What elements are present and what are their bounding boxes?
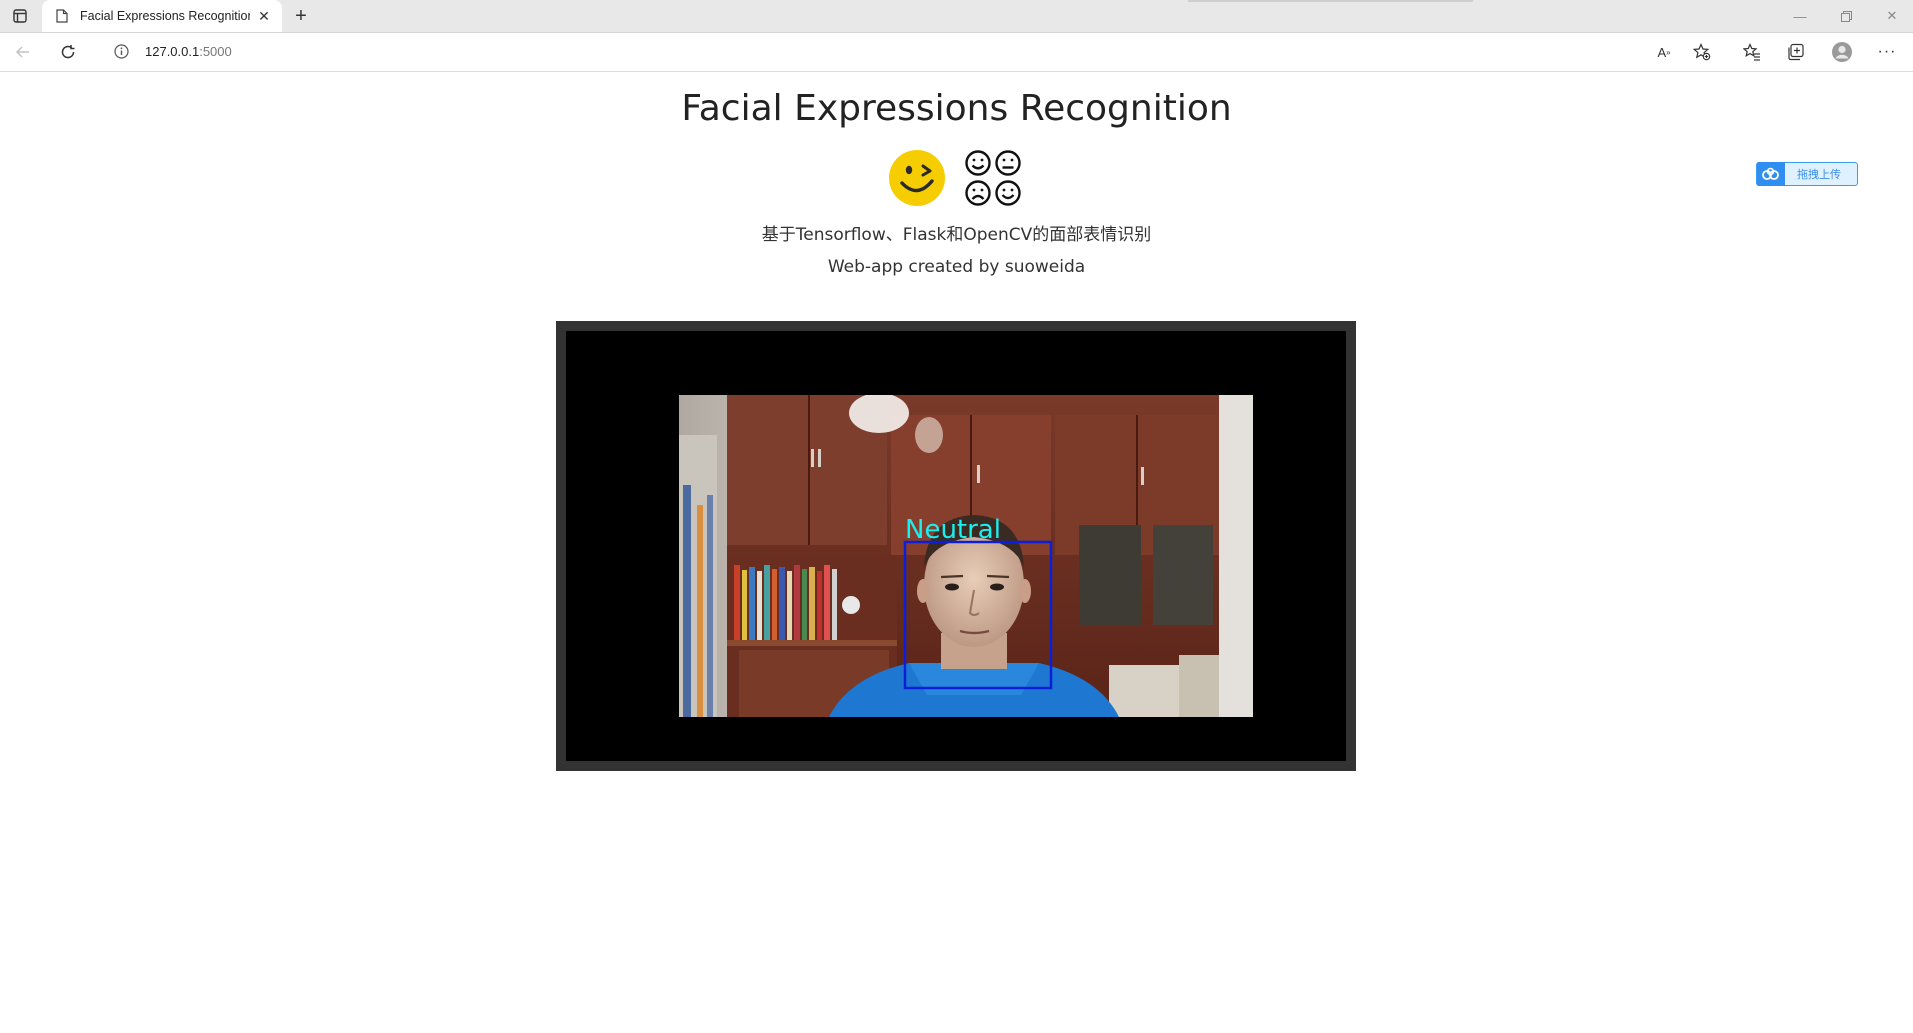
drag-upload-button[interactable]: 拖拽上传 bbox=[1756, 162, 1858, 186]
url-host: 127.0.0.1 bbox=[145, 44, 200, 59]
expressions-grid-icon bbox=[964, 149, 1022, 212]
tab-title: Facial Expressions Recognition bbox=[80, 9, 250, 23]
url-text: 127.0.0.1:5000 bbox=[145, 44, 232, 59]
info-icon[interactable] bbox=[113, 43, 129, 59]
profile-icon[interactable] bbox=[1831, 41, 1853, 63]
more-icon[interactable]: ··· bbox=[1876, 41, 1898, 63]
page-title: Facial Expressions Recognition bbox=[681, 88, 1232, 129]
emoji-row bbox=[888, 149, 1022, 212]
page-icon bbox=[54, 8, 70, 24]
browser-toolbar: 127.0.0.1:5000 A» ··· bbox=[0, 33, 1913, 72]
minimize-icon[interactable]: — bbox=[1790, 6, 1810, 26]
tab-switcher-icon[interactable] bbox=[10, 6, 30, 26]
url-port: :5000 bbox=[199, 44, 232, 59]
add-favorite-icon[interactable] bbox=[1691, 41, 1713, 63]
restore-icon[interactable] bbox=[1836, 6, 1856, 26]
expression-label: Neutral bbox=[905, 515, 1001, 545]
read-aloud-icon[interactable]: A» bbox=[1653, 41, 1675, 63]
cloud-upload-icon bbox=[1757, 162, 1785, 186]
video-frame: Neutral bbox=[556, 321, 1356, 771]
page-credit: Web-app created by suoweida bbox=[827, 257, 1086, 277]
browser-tab[interactable]: Facial Expressions Recognition ✕ bbox=[42, 0, 282, 32]
read-aloud-label: A bbox=[1657, 44, 1667, 60]
collections-icon[interactable] bbox=[1785, 41, 1807, 63]
tabbar-divider bbox=[1188, 0, 1473, 2]
close-window-icon[interactable]: ✕ bbox=[1882, 6, 1902, 26]
address-bar[interactable]: 127.0.0.1:5000 bbox=[97, 37, 1727, 66]
refresh-icon[interactable] bbox=[57, 41, 79, 63]
webcam-feed: Neutral bbox=[679, 395, 1253, 717]
favorites-icon[interactable] bbox=[1741, 41, 1763, 63]
page-subtitle: 基于Tensorflow、Flask和OpenCV的面部表情识别 bbox=[761, 225, 1152, 245]
winking-face-icon bbox=[888, 149, 946, 212]
back-arrow-icon[interactable] bbox=[12, 41, 34, 63]
drag-upload-label: 拖拽上传 bbox=[1797, 169, 1841, 181]
browser-tab-bar: Facial Expressions Recognition ✕ + — ✕ bbox=[0, 0, 1913, 33]
new-tab-icon[interactable]: + bbox=[290, 5, 312, 27]
close-tab-icon[interactable]: ✕ bbox=[256, 8, 272, 24]
